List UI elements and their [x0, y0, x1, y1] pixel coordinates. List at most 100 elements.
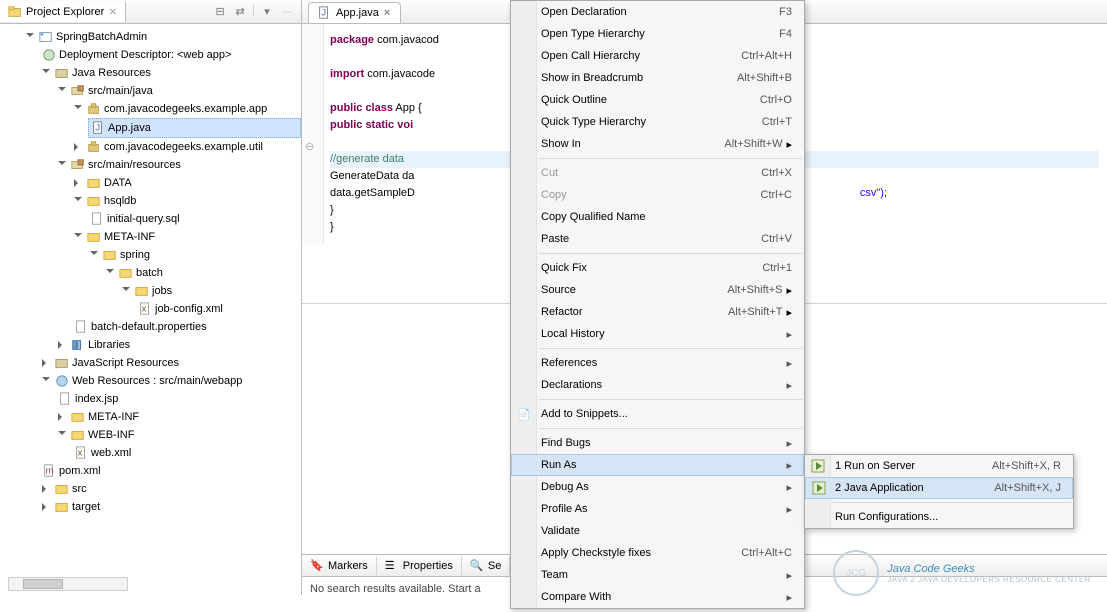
menu-find-bugs[interactable]: Find Bugs▸: [511, 432, 804, 454]
tree-data-folder[interactable]: DATA: [72, 174, 301, 192]
menu-source[interactable]: SourceAlt+Shift+S ▸: [511, 279, 804, 301]
project-tree[interactable]: SpringBatchAdmin Deployment Descriptor: …: [0, 24, 301, 571]
tree-spring-folder[interactable]: spring: [88, 246, 301, 264]
properties-icon: ☰: [385, 559, 399, 573]
tree-deployment-descriptor[interactable]: Deployment Descriptor: <web app>: [40, 46, 301, 64]
tree-src-main-java[interactable]: src/main/java: [56, 82, 301, 100]
tree-hsqldb-folder[interactable]: hsqldb: [72, 192, 301, 210]
svg-text:x: x: [78, 448, 83, 459]
menu-quick-outline[interactable]: Quick OutlineCtrl+O: [511, 89, 804, 111]
java-icon: [811, 480, 827, 496]
submenu-arrow-icon: ▸: [786, 481, 792, 494]
project-explorer-tab[interactable]: Project Explorer ⨯: [0, 2, 126, 22]
view-menu-button[interactable]: ▾: [259, 4, 275, 20]
menu-copy-qualified-name[interactable]: Copy Qualified Name: [511, 206, 804, 228]
submenu-arrow-icon: ▸: [786, 569, 792, 582]
menu-separator: [539, 253, 802, 254]
menu-separator: [539, 348, 802, 349]
search-icon: 🔍: [470, 559, 484, 573]
tree-job-config[interactable]: xjob-config.xml: [136, 300, 301, 318]
editor-tab-app-java[interactable]: J App.java ×: [308, 2, 401, 23]
menu-profile-as[interactable]: Profile As▸: [511, 498, 804, 520]
submenu-arrow-icon: ▸: [786, 591, 792, 604]
menu-paste[interactable]: PasteCtrl+V: [511, 228, 804, 250]
collapse-all-button[interactable]: ⊟: [212, 4, 228, 20]
menu-open-declaration[interactable]: Open DeclarationF3: [511, 1, 804, 23]
markers-tab[interactable]: 🔖Markers: [302, 557, 377, 575]
menu-quick-fix[interactable]: Quick FixCtrl+1: [511, 257, 804, 279]
svg-text:J: J: [95, 123, 100, 134]
java-file-icon: J: [317, 6, 331, 20]
run-as-submenu[interactable]: 1 Run on ServerAlt+Shift+X, R2 Java Appl…: [804, 454, 1074, 529]
tree-src-main-resources[interactable]: src/main/resources: [56, 156, 301, 174]
tree-batch-folder[interactable]: batch: [104, 264, 301, 282]
submenu-run-configurations[interactable]: Run Configurations...: [805, 506, 1073, 528]
markers-icon: 🔖: [310, 559, 324, 573]
menu-show-in[interactable]: Show InAlt+Shift+W ▸: [511, 133, 804, 155]
tree-horizontal-scrollbar[interactable]: [8, 577, 128, 591]
menu-separator: [833, 502, 1071, 503]
properties-tab[interactable]: ☰Properties: [377, 557, 462, 575]
tree-jobs-folder[interactable]: jobs: [120, 282, 301, 300]
submenu-2-java-application[interactable]: 2 Java ApplicationAlt+Shift+X, J: [805, 477, 1073, 499]
search-tab[interactable]: 🔍Se: [462, 557, 510, 575]
svg-text:J: J: [321, 8, 326, 19]
menu-open-type-hierarchy[interactable]: Open Type HierarchyF4: [511, 23, 804, 45]
menu-apply-checkstyle-fixes[interactable]: Apply Checkstyle fixesCtrl+Alt+C: [511, 542, 804, 564]
submenu-1-run-on-server[interactable]: 1 Run on ServerAlt+Shift+X, R: [805, 455, 1073, 477]
tree-web-resources[interactable]: Web Resources : src/main/webapp: [40, 372, 301, 390]
menu-separator: [539, 158, 802, 159]
tree-meta-inf[interactable]: META-INF: [72, 228, 301, 246]
tree-web-xml[interactable]: xweb.xml: [72, 444, 301, 462]
menu-separator: [539, 428, 802, 429]
menu-copy: CopyCtrl+C: [511, 184, 804, 206]
submenu-arrow-icon: ▸: [786, 328, 792, 341]
explorer-title: Project Explorer: [26, 6, 104, 18]
view-pin-icon: ⨯: [108, 5, 117, 18]
minimize-view-button[interactable]: —: [279, 4, 295, 20]
server-icon: [810, 458, 826, 474]
menu-validate[interactable]: Validate: [511, 520, 804, 542]
tree-web-inf[interactable]: WEB-INF: [56, 426, 301, 444]
menu-local-history[interactable]: Local History▸: [511, 323, 804, 345]
link-editor-button[interactable]: ⇄: [232, 4, 248, 20]
menu-separator: [539, 399, 802, 400]
fold-marker-icon[interactable]: ⊖: [305, 139, 319, 153]
tree-initial-query[interactable]: initial-query.sql: [88, 210, 301, 228]
editor-context-menu[interactable]: Open DeclarationF3Open Type HierarchyF4O…: [510, 0, 805, 609]
tree-pkg-util[interactable]: com.javacodegeeks.example.util: [72, 138, 301, 156]
menu-references[interactable]: References▸: [511, 352, 804, 374]
menu-compare-with[interactable]: Compare With▸: [511, 586, 804, 608]
tree-app-java[interactable]: JApp.java: [88, 118, 301, 138]
menu-show-in-breadcrumb[interactable]: Show in BreadcrumbAlt+Shift+B: [511, 67, 804, 89]
menu-declarations[interactable]: Declarations▸: [511, 374, 804, 396]
tree-java-resources[interactable]: Java Resources: [40, 64, 301, 82]
tree-meta-inf-2[interactable]: META-INF: [56, 408, 301, 426]
tree-pkg-app[interactable]: com.javacodegeeks.example.app: [72, 100, 301, 118]
editor-gutter: [302, 24, 324, 244]
submenu-arrow-icon: ▸: [786, 459, 792, 472]
tree-pom[interactable]: mpom.xml: [40, 462, 301, 480]
tree-project[interactable]: SpringBatchAdmin: [24, 28, 301, 46]
watermark-logo: JCG Java Code Geeks JAVA 2 JAVA DEVELOPE…: [833, 550, 1091, 596]
tree-target-folder[interactable]: target: [40, 498, 301, 516]
svg-text:x: x: [142, 304, 147, 315]
menu-quick-type-hierarchy[interactable]: Quick Type HierarchyCtrl+T: [511, 111, 804, 133]
svg-text:m: m: [46, 466, 54, 477]
menu-team[interactable]: Team▸: [511, 564, 804, 586]
menu-open-call-hierarchy[interactable]: Open Call HierarchyCtrl+Alt+H: [511, 45, 804, 67]
menu-add-to-snippets[interactable]: 📄Add to Snippets...: [511, 403, 804, 425]
submenu-arrow-icon: ▸: [786, 357, 792, 370]
tree-batch-default[interactable]: batch-default.properties: [72, 318, 301, 336]
tree-libraries[interactable]: Libraries: [56, 336, 301, 354]
menu-refactor[interactable]: RefactorAlt+Shift+T ▸: [511, 301, 804, 323]
tree-index-jsp[interactable]: index.jsp: [56, 390, 301, 408]
submenu-arrow-icon: ▸: [786, 379, 792, 392]
menu-debug-as[interactable]: Debug As▸: [511, 476, 804, 498]
tree-js-resources[interactable]: JavaScript Resources: [40, 354, 301, 372]
menu-run-as[interactable]: Run As▸: [511, 454, 804, 476]
close-tab-button[interactable]: ×: [384, 7, 390, 19]
tree-src-folder[interactable]: src: [40, 480, 301, 498]
explorer-icon: [8, 5, 22, 19]
submenu-arrow-icon: ▸: [786, 503, 792, 516]
